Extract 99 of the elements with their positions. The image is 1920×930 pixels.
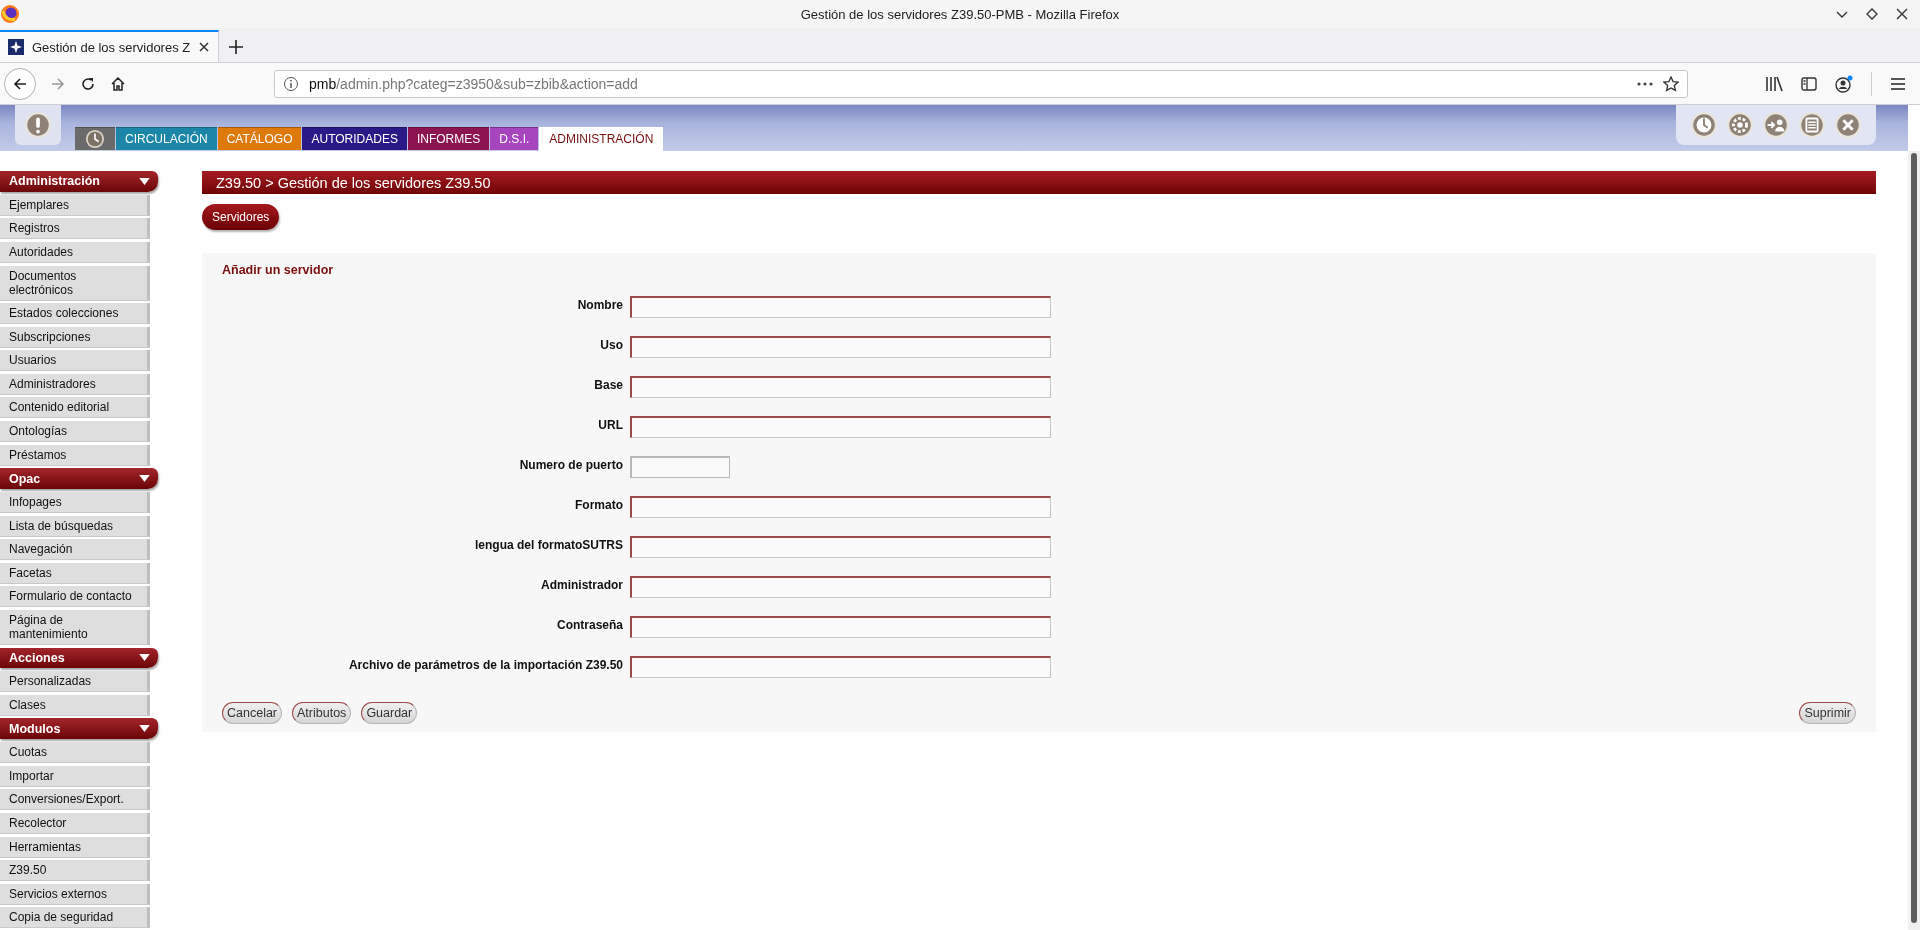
caret-down-icon (139, 177, 150, 185)
reload-icon[interactable] (80, 75, 96, 92)
tab-title: Gestión de los servidores Z (32, 39, 191, 55)
url-text: pmb/admin.php?categ=z3950&sub=zbib&action=add (309, 75, 639, 92)
address-bar[interactable]: pmb/admin.php?categ=z3950&sub=zbib&action=add (274, 69, 1688, 98)
module-tab[interactable]: CIRCULACIÓN (116, 127, 217, 150)
forward-icon[interactable] (50, 75, 66, 92)
input-field[interactable] (630, 656, 1051, 678)
section-tab[interactable]: Servidores (202, 204, 280, 230)
sidebar-item[interactable]: Página de mantenimiento (0, 609, 150, 645)
user-login-icon[interactable] (1762, 111, 1790, 139)
sidebar-item[interactable]: Estados colecciones (0, 303, 150, 325)
field-label: Nombre (577, 297, 623, 314)
field-label: lengua del formatoSUTRS (475, 537, 623, 554)
breadcrumb-bar: Z39.50 > Gestión de los servidores Z39.50 (202, 171, 1876, 194)
module-tab[interactable]: INFORMES (407, 127, 490, 150)
input-field[interactable] (630, 336, 1051, 358)
input-field[interactable] (630, 496, 1051, 518)
home-icon[interactable] (110, 75, 126, 92)
sidebar-item[interactable]: Autoridades (0, 241, 150, 263)
browser-tab[interactable]: Gestión de los servidores Z (0, 30, 220, 62)
back-button[interactable] (4, 67, 36, 100)
scrollbar[interactable] (1908, 151, 1920, 930)
delete-button[interactable]: Suprimir (1799, 702, 1856, 724)
field-label: Archivo de parámetros de la importación Z39.50 (348, 657, 623, 674)
field-label: Formato (575, 497, 623, 514)
sidebar-item[interactable]: Lista de búsquedas (0, 515, 150, 537)
input-field[interactable] (630, 296, 1051, 318)
sidebar-item[interactable]: Conversiones/Export. (0, 789, 150, 811)
menu-icon[interactable] (1890, 76, 1906, 91)
exclamation-icon (24, 111, 52, 139)
input-field[interactable] (630, 376, 1051, 398)
library-icon[interactable] (1765, 75, 1783, 92)
more-icon[interactable] (1637, 81, 1653, 86)
sidebar-item[interactable]: Ontologías (0, 421, 150, 443)
account-icon[interactable] (1835, 74, 1853, 93)
sidebar-item[interactable]: Contenido editorial (0, 397, 150, 419)
caret-down-icon (139, 725, 150, 733)
sidebar-section-header[interactable]: Administración (0, 171, 158, 192)
save-icon[interactable] (1798, 111, 1826, 139)
module-tab[interactable]: D.S.I. (490, 127, 539, 150)
alert-button[interactable] (15, 105, 61, 145)
field-label: URL (598, 417, 623, 434)
clock-icon (85, 129, 105, 149)
sidebar-item[interactable]: Préstamos (0, 444, 150, 466)
bookmark-star-icon[interactable] (1663, 75, 1679, 92)
input-field[interactable] (630, 616, 1051, 638)
input-field[interactable] (630, 576, 1051, 598)
module-tab[interactable]: ADMINISTRACIÓN (539, 127, 664, 151)
field-label: Administrador (541, 577, 623, 594)
star-favicon-icon (8, 39, 24, 55)
form-button[interactable]: Atributos (292, 702, 352, 724)
module-tab[interactable]: AUTORIDADES (302, 127, 407, 150)
sidebar-item[interactable]: Importar (0, 765, 150, 787)
firefox-logo-icon (0, 4, 20, 24)
input-field[interactable] (630, 456, 730, 478)
sidebar-item[interactable]: Subscripciones (0, 326, 150, 348)
new-tab-icon[interactable] (229, 40, 244, 54)
back-arrow-icon (12, 75, 28, 92)
sidebar-section-header[interactable]: Opac (0, 468, 158, 489)
sidebar-item[interactable]: Copia de seguridad (0, 907, 150, 929)
sidebar-item[interactable]: Usuarios (0, 350, 150, 372)
form-button[interactable]: Cancelar (222, 702, 283, 724)
module-tab[interactable] (75, 127, 115, 150)
form-button[interactable]: Guardar (361, 702, 418, 724)
sidebar-item[interactable]: Servicios externos (0, 883, 150, 905)
sidebar-section-header[interactable]: Acciones (0, 647, 158, 669)
caret-down-icon (139, 654, 150, 662)
sidebar-item[interactable]: Z39.50 (0, 860, 150, 882)
close-icon[interactable] (1896, 8, 1908, 20)
close-tab-icon[interactable] (198, 41, 211, 53)
sidebar-item[interactable]: Clases (0, 694, 150, 716)
field-label: Contraseña (556, 617, 623, 634)
maximize-icon[interactable] (1866, 8, 1878, 20)
sidebar-item[interactable]: Recolector (0, 813, 150, 834)
sidebar-icon[interactable] (1801, 75, 1817, 92)
caret-down-icon (139, 475, 150, 483)
sidebar-item[interactable]: Documentos electrónicos (0, 265, 150, 301)
sidebar-item[interactable]: Personalizadas (0, 671, 150, 693)
settings-icon[interactable] (1726, 111, 1754, 139)
sidebar-item[interactable]: Registros (0, 218, 150, 240)
sidebar-item[interactable]: Facetas (0, 562, 150, 584)
clock-icon[interactable] (1690, 111, 1718, 139)
sidebar-item[interactable]: Administradores (0, 373, 150, 395)
sidebar-item[interactable]: Ejemplares (0, 194, 150, 216)
sidebar-section-header[interactable]: Modulos (0, 718, 158, 740)
sidebar-item[interactable]: Herramientas (0, 836, 150, 858)
window-title: Gestión de los servidores Z39.50-PMB - Mozilla Firefox (800, 6, 1120, 22)
field-label: Uso (600, 337, 623, 354)
field-label: Numero de puerto (519, 457, 623, 474)
input-field[interactable] (630, 536, 1051, 558)
sidebar-item[interactable]: Formulario de contacto (0, 586, 150, 608)
sidebar-item[interactable]: Cuotas (0, 742, 150, 764)
form-title: Añadir un servidor (222, 263, 334, 277)
info-icon (283, 75, 299, 92)
sidebar-item[interactable]: Infopages (0, 492, 150, 513)
input-field[interactable] (630, 416, 1051, 438)
field-label: Base (594, 377, 623, 394)
sidebar-item[interactable]: Navegación (0, 539, 150, 561)
